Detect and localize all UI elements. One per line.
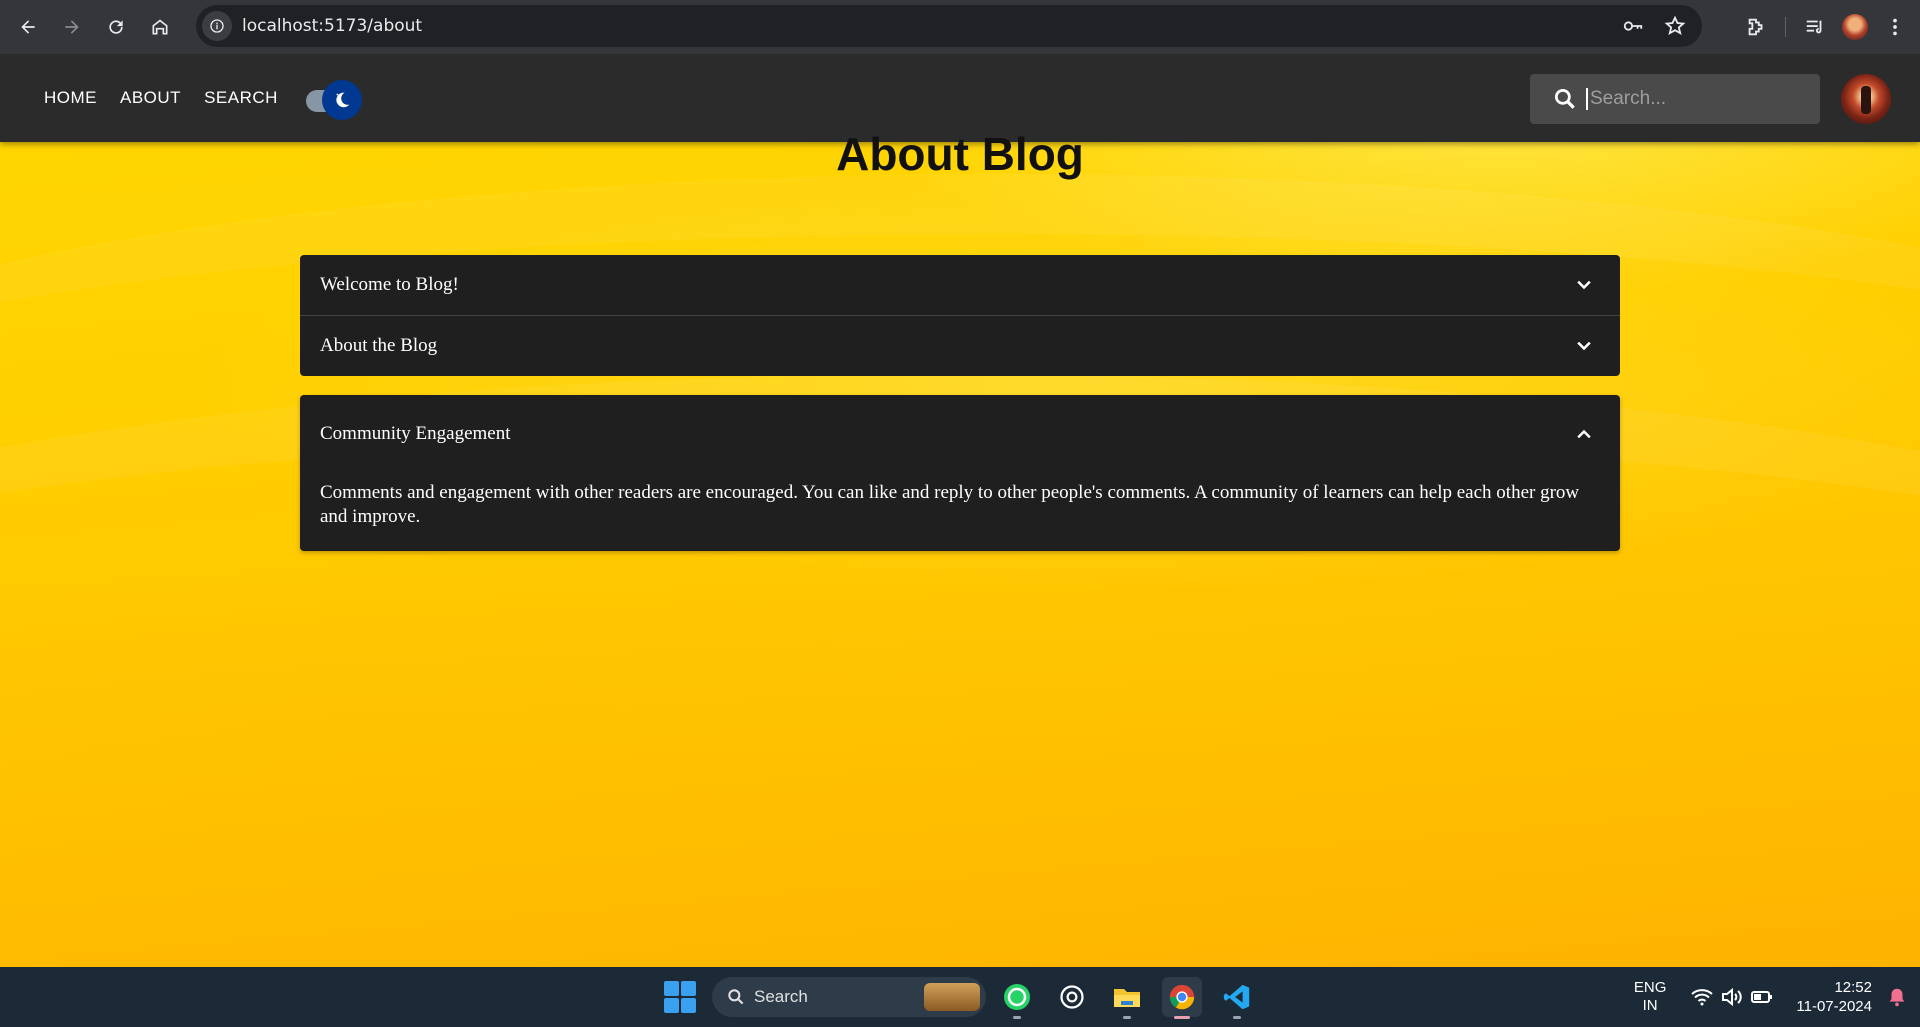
wifi-icon[interactable]: [1690, 985, 1714, 1009]
main-nav: HOME ABOUT SEARCH: [34, 88, 288, 108]
clock-time: 12:52: [1834, 979, 1872, 996]
search-icon: [1554, 88, 1575, 109]
chatgpt-icon[interactable]: [1052, 977, 1092, 1017]
volume-icon[interactable]: [1720, 985, 1744, 1009]
whatsapp-icon[interactable]: [997, 977, 1037, 1019]
chevron-down-icon: [1577, 341, 1591, 351]
running-indicator: [1123, 1016, 1131, 1019]
search-icon: [728, 989, 744, 1005]
battery-icon[interactable]: [1750, 985, 1774, 1009]
accordion-header[interactable]: About the Blog: [300, 316, 1620, 376]
clock-date: 11-07-2024: [1796, 998, 1872, 1015]
back-icon[interactable]: [6, 5, 50, 49]
system-tray: ENG IN 12:52 11-07-2024: [1634, 967, 1920, 1027]
header-search[interactable]: [1530, 74, 1820, 124]
accordion-header[interactable]: Community Engagement: [300, 395, 1620, 473]
file-explorer-icon[interactable]: [1107, 977, 1147, 1019]
accordion-about: About the Blog: [300, 316, 1620, 376]
running-indicator: [1233, 1016, 1241, 1019]
page-viewport: HOME ABOUT SEARCH About Blog Welcome to …: [0, 54, 1920, 967]
search-input[interactable]: [1586, 88, 1806, 110]
chevron-up-icon: [1577, 429, 1591, 439]
accordion-title: Community Engagement: [320, 423, 511, 444]
search-highlight-image: [924, 983, 980, 1011]
windows-taskbar: Search ENG IN 12:52 11-07-2024: [0, 967, 1920, 1027]
accordion-group: Welcome to Blog! About the Blog: [300, 255, 1620, 376]
accordion-body: Comments and engagement with other reade…: [320, 482, 1580, 527]
address-bar[interactable]: localhost:5173/about: [196, 5, 1702, 47]
accordion-title: About the Blog: [320, 335, 438, 356]
accordion-welcome: Welcome to Blog!: [300, 255, 1620, 315]
accordion-title: Welcome to Blog!: [320, 274, 459, 295]
moon-icon: [321, 80, 362, 120]
browser-toolbar: localhost:5173/about: [0, 0, 1920, 54]
language-region: IN: [1642, 997, 1658, 1014]
vscode-icon[interactable]: [1217, 977, 1257, 1019]
toolbar-divider: [1785, 17, 1786, 37]
accordion-group: Community Engagement Comments and engage…: [300, 395, 1620, 551]
language-code: ENG: [1633, 979, 1667, 996]
running-indicator: [1013, 1016, 1021, 1019]
nav-about-link[interactable]: ABOUT: [110, 88, 191, 108]
reading-list-icon[interactable]: [1798, 10, 1832, 44]
windows-start-icon[interactable]: [664, 981, 696, 1013]
nav-home-link[interactable]: HOME: [34, 88, 107, 108]
accordion-community: Community Engagement Comments and engage…: [300, 395, 1620, 551]
bookmark-star-icon[interactable]: [1658, 9, 1692, 43]
chrome-profile-avatar[interactable]: [1838, 10, 1872, 44]
language-indicator[interactable]: ENG IN: [1634, 979, 1667, 1015]
page-title: About Blog: [836, 128, 1084, 180]
taskbar-search-label: Search: [754, 987, 808, 1006]
taskbar-search[interactable]: Search: [712, 977, 986, 1017]
running-indicator: [1174, 1016, 1190, 1019]
nav-search-link[interactable]: SEARCH: [194, 88, 288, 108]
theme-toggle[interactable]: [300, 78, 362, 120]
notification-bell-icon[interactable]: [1886, 986, 1908, 1008]
clock[interactable]: 12:52 11-07-2024: [1796, 978, 1872, 1016]
password-key-icon[interactable]: [1616, 9, 1650, 43]
site-info-icon[interactable]: [202, 11, 232, 41]
url-text[interactable]: localhost:5173/about: [242, 16, 422, 36]
reload-icon[interactable]: [94, 5, 138, 49]
forward-icon[interactable]: [50, 5, 94, 49]
chrome-icon[interactable]: [1162, 977, 1202, 1019]
chrome-menu-icon[interactable]: [1878, 10, 1912, 44]
extensions-icon[interactable]: [1739, 10, 1773, 44]
chevron-down-icon: [1577, 280, 1591, 290]
user-avatar[interactable]: [1841, 74, 1891, 124]
home-icon[interactable]: [138, 5, 182, 49]
accordion-header[interactable]: Welcome to Blog!: [300, 255, 1620, 315]
